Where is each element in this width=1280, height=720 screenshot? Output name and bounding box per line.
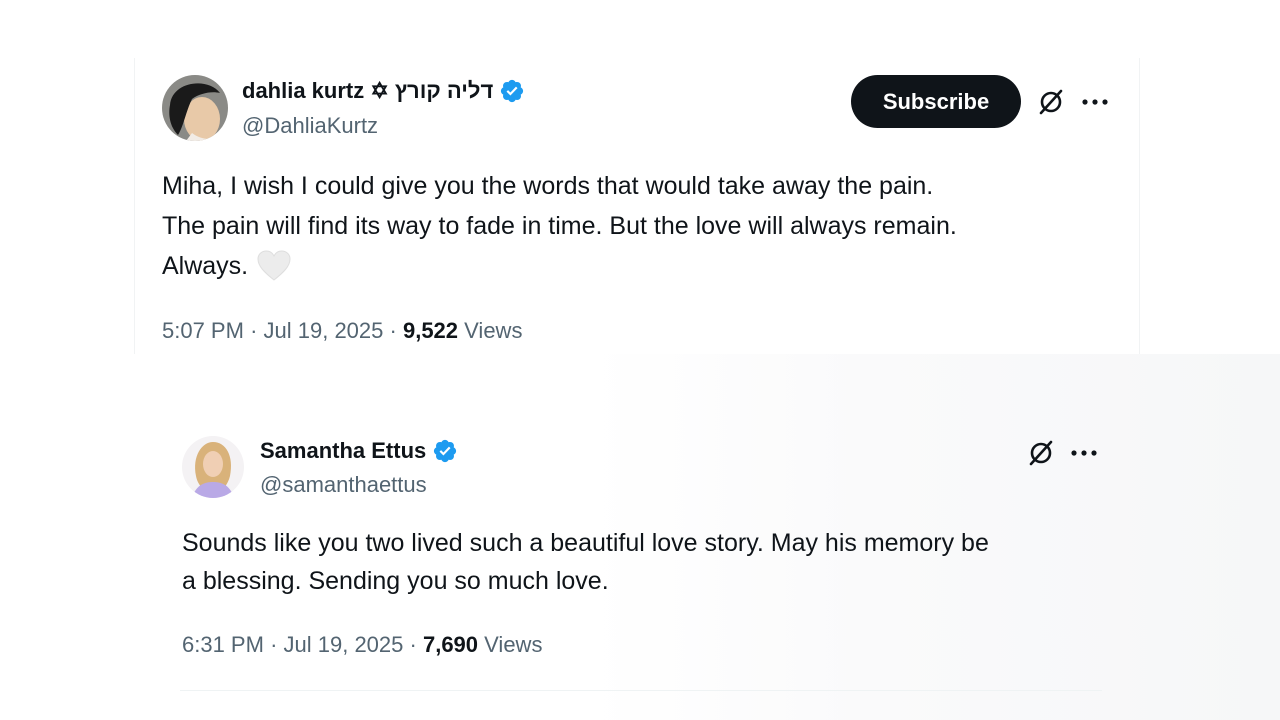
user-handle[interactable]: @samanthaettus <box>260 472 427 498</box>
display-name[interactable]: dahlia kurtz ✡ דליה קורץ <box>242 78 525 104</box>
display-name-text: Samantha Ettus <box>260 438 427 463</box>
tweet-time[interactable]: 6:31 PM <box>182 632 264 657</box>
verified-badge-icon <box>434 439 457 463</box>
grok-icon[interactable] <box>1036 87 1066 117</box>
white-heart-emoji <box>257 250 291 281</box>
divider <box>180 690 1102 691</box>
tweet-text-line: Always. <box>162 246 957 286</box>
user-handle[interactable]: @DahliaKurtz <box>242 113 378 139</box>
tweet-meta: 5:07 PM · Jul 19, 2025 · 9,522 Views <box>162 318 523 343</box>
tweet-date[interactable]: Jul 19, 2025 <box>264 318 384 343</box>
grok-icon[interactable] <box>1026 438 1056 468</box>
views-label: Views <box>484 632 543 657</box>
display-name[interactable]: Samantha Ettus <box>260 438 458 464</box>
tweet-text-line: Miha, I wish I could give you the words … <box>162 172 934 200</box>
views-count: 7,690 <box>422 632 479 657</box>
tweet-text-line: The pain will find its way to fade in ti… <box>162 212 957 240</box>
tweet-text: Miha, I wish I could give you the words … <box>162 166 957 286</box>
tweet-text: Sounds like you two lived such a beautif… <box>182 524 989 600</box>
views-count: 9,522 <box>402 318 459 343</box>
more-options-icon[interactable] <box>1080 88 1110 116</box>
tweet-time[interactable]: 5:07 PM <box>162 318 244 343</box>
verified-badge-icon <box>501 79 524 103</box>
tweet-text-line: a blessing. Sending you so much love. <box>182 567 609 595</box>
avatar[interactable] <box>182 436 244 498</box>
subscribe-button[interactable]: Subscribe <box>851 75 1021 128</box>
display-name-text: dahlia kurtz ✡ דליה קורץ <box>242 78 494 103</box>
avatar[interactable] <box>162 75 228 141</box>
views-label: Views <box>464 318 523 343</box>
tweet-date[interactable]: Jul 19, 2025 <box>284 632 404 657</box>
tweet-text-line: Sounds like you two lived such a beautif… <box>182 529 989 557</box>
more-options-icon[interactable] <box>1069 439 1099 467</box>
tweet-meta: 6:31 PM · Jul 19, 2025 · 7,690 Views <box>182 632 543 657</box>
